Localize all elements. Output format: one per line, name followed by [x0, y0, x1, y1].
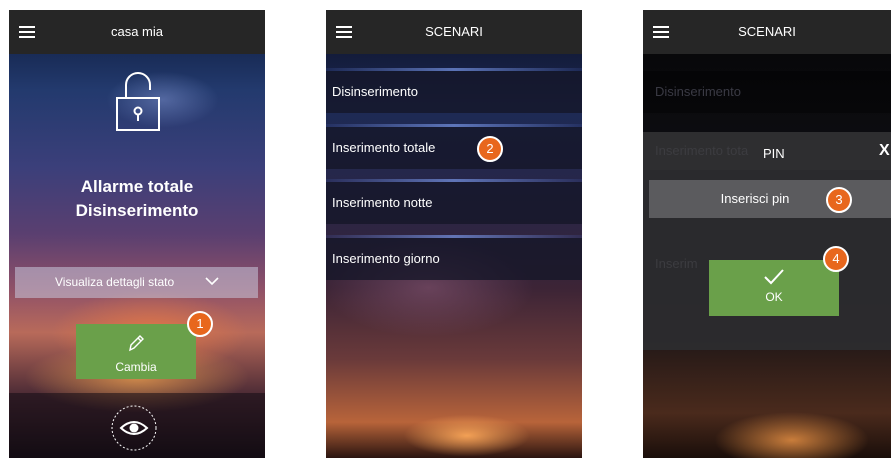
scenario-item-inserimento-giorno[interactable]: Inserimento giorno	[326, 235, 582, 280]
scenarios-screen: SCENARI Disinserimento Inserimento total…	[326, 10, 582, 458]
page-title: casa mia	[110, 24, 164, 39]
scenario-label: Inserimento notte	[332, 195, 433, 210]
scenario-label: Inserimento totale	[332, 140, 436, 155]
eye-icon[interactable]	[109, 403, 159, 453]
scenario-item-inserimento-notte[interactable]: Inserimento notte	[326, 179, 582, 224]
check-icon	[764, 269, 784, 285]
alarm-title: Allarme totale	[80, 177, 194, 196]
step-badge-1: 1	[187, 311, 213, 337]
scenario-item-dimmed: Inserimento tota	[655, 143, 749, 158]
step-badge-2: 2	[477, 136, 503, 162]
top-bar: SCENARI	[326, 10, 582, 54]
page-title: SCENARI	[425, 24, 483, 39]
top-bar: SCENARI	[643, 10, 891, 54]
scenario-item-disinserimento[interactable]: Disinserimento	[326, 68, 582, 113]
top-bar: casa mia	[9, 10, 265, 54]
details-toggle[interactable]: Visualiza dettagli stato	[15, 267, 258, 298]
alarm-screen: casa mia Allarme totale Disinserimento V…	[9, 10, 265, 458]
page-title: SCENARI	[738, 24, 796, 39]
ok-button-label: OK	[765, 290, 783, 304]
scenario-item-inserimento-totale[interactable]: Inserimento totale	[326, 124, 582, 169]
alarm-status: Disinserimento	[75, 201, 199, 220]
chevron-down-icon	[205, 277, 219, 286]
step-badge-4: 4	[823, 246, 849, 272]
ok-button[interactable]: OK	[709, 260, 839, 316]
scenario-item-dimmed: Inserim	[655, 256, 698, 271]
pencil-icon	[129, 335, 144, 352]
pin-input[interactable]: Inserisci pin	[649, 180, 891, 218]
change-button-label: Cambia	[115, 360, 157, 374]
scenario-label: Inserimento giorno	[332, 251, 440, 266]
close-icon[interactable]: X	[879, 142, 890, 160]
lock-open-icon	[116, 72, 160, 131]
step-badge-3: 3	[826, 187, 852, 213]
change-button[interactable]: Cambia	[76, 324, 196, 379]
pin-dialog-title: PIN	[763, 146, 785, 161]
scenario-item-dimmed: Disinserimento	[643, 71, 891, 113]
details-label: Visualiza dettagli stato	[55, 275, 175, 289]
scenario-label: Disinserimento	[332, 84, 418, 99]
pin-dialog-screen: SCENARI Disinserimento Inserimento tota …	[643, 10, 891, 458]
